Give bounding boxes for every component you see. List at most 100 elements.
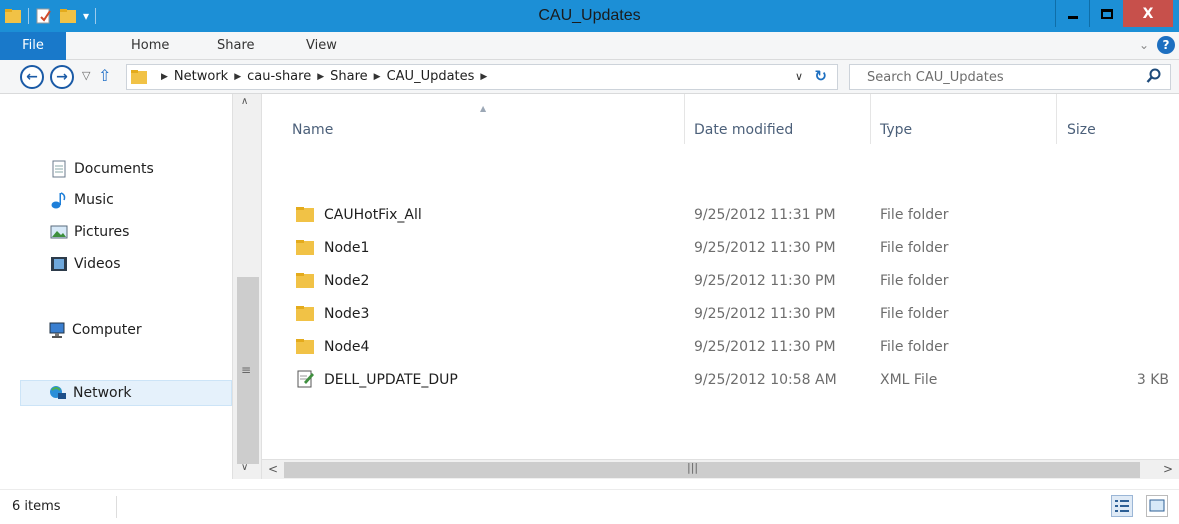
file-name: Node3	[324, 306, 370, 322]
search-box[interactable]: Search CAU_Updates	[849, 64, 1171, 90]
nav-item-label: Documents	[74, 161, 154, 177]
breadcrumb-share[interactable]: Share	[330, 69, 368, 84]
title-bar[interactable]: ▾ CAU_Updates X	[0, 0, 1179, 32]
large-icons-view-button[interactable]	[1146, 495, 1168, 517]
breadcrumb-arrow-icon[interactable]: ▶	[317, 72, 324, 82]
recent-locations-icon[interactable]: ▽	[82, 69, 90, 82]
column-header-label: Date modified	[694, 122, 794, 138]
table-row[interactable]: Node4 9/25/2012 11:30 PM File folder	[262, 333, 1179, 365]
breadcrumb-arrow-icon[interactable]: ▶	[374, 72, 381, 82]
back-button[interactable]: ←	[20, 65, 44, 89]
back-arrow-icon: ←	[26, 69, 38, 85]
file-date: 9/25/2012 11:30 PM	[694, 240, 836, 256]
explorer-window: ▾ CAU_Updates X File Home Share View ⌄ ?…	[0, 0, 1179, 524]
search-placeholder: Search CAU_Updates	[867, 70, 1004, 85]
search-icon[interactable]	[1146, 68, 1162, 84]
table-row[interactable]: CAUHotFix_All 9/25/2012 11:31 PM File fo…	[262, 201, 1179, 233]
help-icon[interactable]: ?	[1157, 36, 1175, 54]
breadcrumb-cau-share[interactable]: cau-share	[247, 69, 311, 84]
nav-item-label: Pictures	[74, 224, 130, 240]
refresh-icon[interactable]: ↻	[814, 67, 827, 85]
navigation-pane: Documents Music Pictures Videos Computer…	[0, 94, 232, 489]
address-bar[interactable]: ▶ Network ▶ cau-share ▶ Share ▶ CAU_Updates ▶ ∨ …	[126, 64, 838, 90]
computer-icon	[49, 322, 65, 338]
maximize-button[interactable]	[1089, 0, 1123, 27]
navigation-pane-scrollbar[interactable]: ∧ ≡ ∨	[232, 94, 262, 479]
file-type: XML File	[880, 372, 938, 388]
breadcrumb-network[interactable]: Network	[174, 69, 228, 84]
up-arrow-icon[interactable]: ⇧	[98, 66, 111, 85]
folder-icon	[296, 273, 314, 288]
scrollbar-thumb[interactable]	[284, 462, 1140, 478]
forward-button[interactable]: →	[50, 65, 74, 89]
folder-icon	[296, 207, 314, 222]
breadcrumb-cau-updates[interactable]: CAU_Updates	[387, 69, 475, 84]
large-icons-view-icon	[1149, 499, 1165, 512]
expand-ribbon-icon[interactable]: ⌄	[1139, 38, 1149, 52]
breadcrumb-arrow-icon[interactable]: ▶	[480, 72, 487, 82]
item-count: 6 items	[12, 499, 61, 514]
nav-item-videos[interactable]: Videos	[50, 251, 121, 277]
scroll-down-icon[interactable]: ∨	[241, 462, 248, 473]
column-header-size[interactable]: Size	[1057, 94, 1179, 144]
file-date: 9/25/2012 11:30 PM	[694, 339, 836, 355]
breadcrumb-arrow-icon[interactable]: ▶	[161, 72, 168, 82]
column-header-type[interactable]: Type	[871, 94, 1057, 144]
scroll-up-icon[interactable]: ∧	[241, 96, 248, 107]
caption-buttons: X	[1055, 0, 1173, 28]
table-row[interactable]: Node1 9/25/2012 11:30 PM File folder	[262, 234, 1179, 266]
column-header-date-modified[interactable]: Date modified	[685, 94, 871, 144]
details-view-button[interactable]	[1111, 495, 1133, 517]
table-row[interactable]: DELL_UPDATE_DUP 9/25/2012 10:58 AM XML F…	[262, 366, 1179, 398]
file-size: 3 KB	[1136, 372, 1169, 388]
tab-home[interactable]: Home	[131, 32, 169, 60]
breadcrumb-arrow-icon[interactable]: ▶	[234, 72, 241, 82]
file-name: CAUHotFix_All	[324, 207, 422, 223]
column-header-label: Type	[880, 122, 913, 138]
tab-file[interactable]: File	[0, 32, 66, 60]
file-type: File folder	[880, 306, 949, 322]
table-row[interactable]: Node3 9/25/2012 11:30 PM File folder	[262, 300, 1179, 332]
file-list-horizontal-scrollbar[interactable]: < ||| >	[262, 459, 1179, 479]
status-separator	[116, 496, 117, 518]
folder-icon	[296, 306, 314, 321]
close-icon: X	[1142, 5, 1154, 22]
table-row[interactable]: Node2 9/25/2012 11:30 PM File folder	[262, 267, 1179, 299]
folder-icon	[131, 70, 147, 84]
nav-item-computer[interactable]: Computer	[48, 317, 142, 343]
column-header-name[interactable]: Name	[262, 94, 685, 144]
status-bar: 6 items	[0, 489, 1179, 524]
nav-item-network[interactable]: Network	[20, 380, 232, 406]
nav-item-documents[interactable]: Documents	[50, 156, 154, 182]
address-dropdown-icon[interactable]: ∨	[795, 70, 803, 83]
file-date: 9/25/2012 11:30 PM	[694, 306, 836, 322]
breadcrumb: ▶ Network ▶ cau-share ▶ Share ▶ CAU_Updates ▶	[155, 69, 493, 84]
videos-icon	[51, 257, 67, 271]
file-date: 9/25/2012 11:30 PM	[694, 273, 836, 289]
scroll-right-icon[interactable]: >	[1163, 462, 1173, 476]
ribbon: File Home Share View ⌄ ? ← → ▽ ⇧ ▶ Networ…	[0, 32, 1179, 94]
close-button[interactable]: X	[1123, 0, 1173, 27]
navigation-bar: ← → ▽ ⇧ ▶ Network ▶ cau-share ▶ Share ▶ CAU_Upd…	[0, 60, 1179, 94]
network-icon	[50, 386, 66, 399]
scrollbar-grip-icon: |||	[687, 461, 699, 474]
column-header-label: Size	[1067, 122, 1096, 138]
file-name: Node1	[324, 240, 370, 256]
nav-item-pictures[interactable]: Pictures	[50, 219, 129, 245]
nav-item-label: Videos	[74, 256, 121, 272]
folder-icon	[296, 339, 314, 354]
nav-item-music[interactable]: Music	[50, 187, 114, 213]
file-name: DELL_UPDATE_DUP	[324, 372, 458, 388]
scroll-left-icon[interactable]: <	[268, 462, 278, 476]
tab-share[interactable]: Share	[217, 32, 255, 60]
forward-arrow-icon: →	[56, 69, 68, 85]
scrollbar-grip-icon: ≡	[241, 363, 252, 377]
file-type: File folder	[880, 339, 949, 355]
file-name: Node2	[324, 273, 370, 289]
tab-view[interactable]: View	[306, 32, 337, 60]
content-area: Documents Music Pictures Videos Computer…	[0, 94, 1179, 489]
file-date: 9/25/2012 11:31 PM	[694, 207, 836, 223]
folder-icon	[296, 240, 314, 255]
minimize-button[interactable]	[1055, 0, 1089, 27]
documents-icon	[52, 160, 66, 178]
